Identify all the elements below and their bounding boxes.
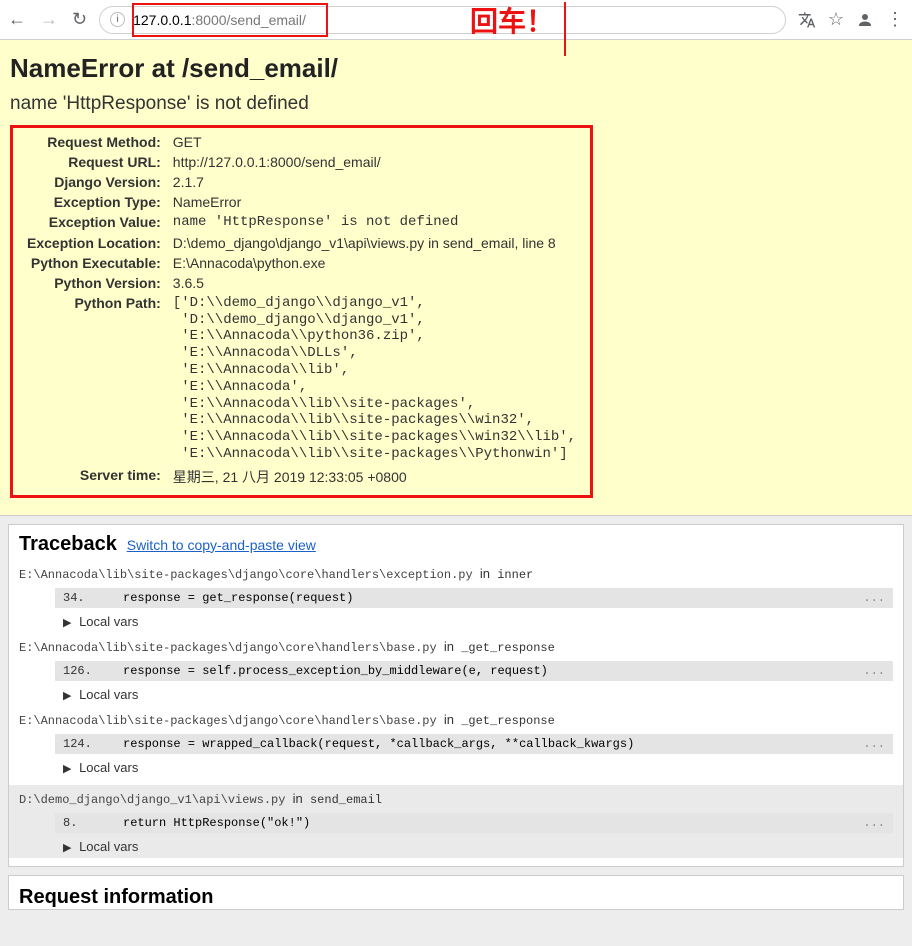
value-request-url: http://127.0.0.1:8000/send_email/: [167, 152, 582, 172]
code-line[interactable]: 34. response = get_response(request)...: [55, 588, 893, 608]
address-bar[interactable]: i 127.0.0.1:8000/send_email/: [99, 6, 786, 34]
frame-location[interactable]: D:\demo_django\django_v1\api\views.py in…: [19, 791, 893, 807]
traceback-frame: D:\demo_django\django_v1\api\views.py in…: [9, 785, 903, 858]
value-server-time: 星期三, 21 八月 2019 12:33:05 +0800: [167, 465, 582, 489]
local-vars-toggle[interactable]: ▶ Local vars: [63, 760, 893, 775]
traceback-frame: E:\Annacoda\lib\site-packages\django\cor…: [19, 712, 893, 775]
value-exception-location: D:\demo_django\django_v1\api\views.py in…: [167, 233, 582, 253]
local-vars-toggle[interactable]: ▶ Local vars: [63, 839, 893, 854]
code-line[interactable]: 8. return HttpResponse("ok!")...: [55, 813, 893, 833]
local-vars-toggle[interactable]: ▶ Local vars: [63, 687, 893, 702]
request-info-section: Request information: [8, 875, 904, 910]
value-python-version: 3.6.5: [167, 273, 582, 293]
value-exception-value: name 'HttpResponse' is not defined: [167, 212, 582, 233]
back-icon[interactable]: ←: [8, 9, 26, 30]
error-meta-table: Request Method:GET Request URL:http://12…: [21, 132, 582, 489]
value-django-version: 2.1.7: [167, 172, 582, 192]
triangle-right-icon: ▶: [63, 690, 71, 702]
frame-location[interactable]: E:\Annacoda\lib\site-packages\django\cor…: [19, 566, 893, 582]
label-exception-type: Exception Type:: [21, 192, 167, 212]
traceback-section: Traceback Switch to copy-and-paste view …: [8, 524, 904, 867]
error-subtitle: name 'HttpResponse' is not defined: [10, 89, 902, 125]
site-info-icon[interactable]: i: [110, 12, 125, 27]
label-django-version: Django Version:: [21, 172, 167, 192]
frame-location[interactable]: E:\Annacoda\lib\site-packages\django\cor…: [19, 712, 893, 728]
label-python-path: Python Path:: [21, 293, 167, 465]
label-python-executable: Python Executable:: [21, 253, 167, 273]
value-exception-type: NameError: [167, 192, 582, 212]
browser-toolbar: ← → ↻ i 127.0.0.1:8000/send_email/ ☆ ⋮: [0, 0, 912, 40]
menu-icon[interactable]: ⋮: [886, 9, 904, 30]
forward-icon[interactable]: →: [40, 9, 58, 30]
local-vars-toggle[interactable]: ▶ Local vars: [63, 614, 893, 629]
url-text: 127.0.0.1:8000/send_email/: [133, 12, 306, 28]
traceback-heading: Traceback: [19, 533, 117, 555]
profile-icon[interactable]: [856, 11, 874, 29]
triangle-right-icon: ▶: [63, 842, 71, 854]
triangle-right-icon: ▶: [63, 617, 71, 629]
label-python-version: Python Version:: [21, 273, 167, 293]
label-exception-location: Exception Location:: [21, 233, 167, 253]
label-server-time: Server time:: [21, 465, 167, 489]
value-python-executable: E:\Annacoda\python.exe: [167, 253, 582, 273]
traceback-frame: E:\Annacoda\lib\site-packages\django\cor…: [19, 566, 893, 629]
traceback-frame: E:\Annacoda\lib\site-packages\django\cor…: [19, 639, 893, 702]
code-line[interactable]: 126. response = self.process_exception_b…: [55, 661, 893, 681]
error-title: NameError at /send_email/: [10, 50, 902, 89]
error-meta-box: Request Method:GET Request URL:http://12…: [10, 125, 593, 498]
frame-location[interactable]: E:\Annacoda\lib\site-packages\django\cor…: [19, 639, 893, 655]
label-exception-value: Exception Value:: [21, 212, 167, 233]
label-request-url: Request URL:: [21, 152, 167, 172]
translate-icon[interactable]: [798, 11, 816, 29]
code-line[interactable]: 124. response = wrapped_callback(request…: [55, 734, 893, 754]
value-python-path: ['D:\\demo_django\\django_v1', 'D:\\demo…: [167, 293, 582, 465]
switch-view-link[interactable]: Switch to copy-and-paste view: [127, 537, 316, 553]
value-request-method: GET: [167, 132, 582, 152]
request-info-heading: Request information: [19, 886, 893, 909]
error-summary: NameError at /send_email/ name 'HttpResp…: [0, 40, 912, 516]
label-request-method: Request Method:: [21, 132, 167, 152]
bookmark-star-icon[interactable]: ☆: [828, 9, 844, 30]
triangle-right-icon: ▶: [63, 763, 71, 775]
reload-icon[interactable]: ↻: [72, 9, 87, 30]
